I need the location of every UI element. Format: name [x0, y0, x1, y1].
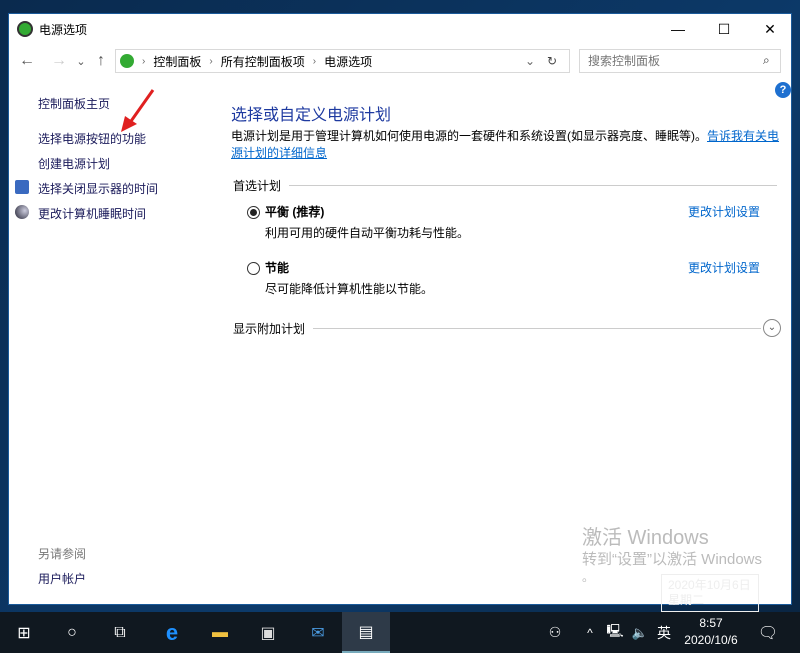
chevron-right-icon: ›: [209, 56, 212, 67]
tooltip-date: 2020年10月6日: [668, 578, 752, 593]
ime-indicator[interactable]: 英: [652, 612, 676, 653]
navigation-bar: ← → ⌄ ↑ › 控制面板 › 所有控制面板项 › 电源选项 ⌄ ↻ ⌕: [9, 48, 791, 74]
mail-icon[interactable]: ✉: [294, 612, 342, 653]
back-button[interactable]: ←: [17, 48, 37, 74]
network-icon[interactable]: 🖳: [603, 612, 627, 653]
address-bar[interactable]: › 控制面板 › 所有控制面板项 › 电源选项 ⌄ ↻: [115, 49, 570, 73]
maximize-button[interactable]: ☐: [701, 14, 747, 44]
search-input[interactable]: [579, 49, 781, 73]
change-balanced-settings-link[interactable]: 更改计划设置: [688, 203, 760, 220]
show-more-plans-header[interactable]: 显示附加计划: [233, 320, 761, 337]
edge-icon[interactable]: e: [148, 612, 196, 653]
red-arrow-annotation: [117, 86, 157, 136]
sidebar-home-link[interactable]: 控制面板主页: [38, 95, 110, 112]
chevron-right-icon: ›: [313, 56, 316, 67]
window-title: 电源选项: [39, 21, 87, 38]
breadcrumb-control-panel[interactable]: 控制面板: [153, 53, 201, 70]
see-also-heading: 另请参阅: [38, 545, 86, 562]
display-clock-icon: [15, 180, 29, 194]
expand-chevron-icon[interactable]: ⌄: [763, 319, 781, 337]
page-title: 选择或自定义电源计划: [231, 101, 391, 125]
clock-date: 2020/10/6: [676, 632, 746, 649]
plan-saver-radio[interactable]: [247, 262, 260, 275]
sidebar-item-create-plan[interactable]: 创建电源计划: [38, 155, 110, 172]
breadcrumb-all-items[interactable]: 所有控制面板项: [221, 53, 305, 70]
plan-saver-desc: 尽可能降低计算机性能以节能。: [265, 280, 433, 297]
preferred-plans-header: 首选计划: [233, 177, 777, 194]
store-icon[interactable]: ▣: [244, 612, 292, 653]
search-icon[interactable]: ⌕: [763, 53, 770, 68]
learn-more-link[interactable]: 告诉我有关电: [707, 129, 779, 143]
chevron-right-icon: ›: [142, 56, 145, 67]
search-circle-icon[interactable]: ○: [48, 612, 96, 653]
plan-balanced-radio[interactable]: [247, 206, 260, 219]
help-button[interactable]: ?: [775, 82, 791, 98]
moon-icon: [15, 205, 29, 219]
group-label: 显示附加计划: [233, 320, 305, 337]
sidebar-user-accounts-link[interactable]: 用户帐户: [38, 570, 86, 587]
taskbar: ⊞ ○ ⧉ e ▬ ▣ ✉ ▤ ⚇ ^ 🖳 🔈 英 8:57 2020/10/6…: [0, 612, 800, 653]
plan-balanced-desc: 利用可用的硬件自动平衡功耗与性能。: [265, 224, 469, 241]
tooltip-day: 星期二: [668, 593, 752, 608]
task-view-icon[interactable]: ⧉: [96, 612, 144, 653]
change-saver-settings-link[interactable]: 更改计划设置: [688, 259, 760, 276]
breadcrumb-power-options[interactable]: 电源选项: [324, 53, 372, 70]
description-text: 电源计划是用于管理计算机如何使用电源的一套硬件和系统设置(如显示器亮度、睡眠等)…: [231, 129, 707, 143]
clock[interactable]: 8:57 2020/10/6: [676, 615, 746, 649]
activation-title: 激活 Windows: [582, 521, 709, 550]
volume-icon[interactable]: 🔈: [628, 612, 652, 653]
date-tooltip: 2020年10月6日 星期二: [661, 574, 759, 612]
action-center-icon[interactable]: 🗨: [752, 612, 784, 653]
power-options-window: 电源选项 — ☐ ✕ ← → ⌄ ↑ › 控制面板 › 所有控制面板项 › 电源…: [8, 13, 792, 605]
plan-saver-name: 节能: [265, 259, 289, 276]
up-button[interactable]: ↑: [91, 48, 111, 74]
close-button[interactable]: ✕: [747, 14, 793, 44]
description: 电源计划是用于管理计算机如何使用电源的一套硬件和系统设置(如显示器亮度、睡眠等)…: [231, 128, 781, 162]
clock-time: 8:57: [676, 615, 746, 632]
learn-more-link-cont[interactable]: 源计划的详细信息: [231, 146, 327, 160]
recent-locations-button[interactable]: ⌄: [71, 48, 91, 74]
show-hidden-icons-chevron[interactable]: ^: [580, 612, 600, 653]
refresh-button[interactable]: ↻: [547, 54, 557, 68]
power-icon: [120, 54, 134, 68]
control-panel-taskbar-icon[interactable]: ▤: [342, 612, 390, 653]
file-explorer-icon[interactable]: ▬: [196, 612, 244, 653]
forward-button[interactable]: →: [49, 48, 69, 74]
activation-dot: 。: [582, 568, 594, 585]
start-windows-icon[interactable]: ⊞: [0, 612, 48, 653]
sidebar-item-sleep[interactable]: 更改计算机睡眠时间: [38, 205, 146, 222]
sidebar-item-display-off[interactable]: 选择关闭显示器的时间: [38, 180, 158, 197]
power-icon: [17, 21, 33, 37]
minimize-button[interactable]: —: [655, 14, 701, 44]
people-icon[interactable]: ⚇: [540, 612, 570, 653]
plan-balanced-name: 平衡 (推荐): [265, 203, 324, 220]
group-label: 首选计划: [233, 177, 281, 194]
dropdown-icon[interactable]: ⌄: [525, 54, 535, 68]
activation-text: 转到“设置”以激活 Windows: [582, 548, 762, 569]
